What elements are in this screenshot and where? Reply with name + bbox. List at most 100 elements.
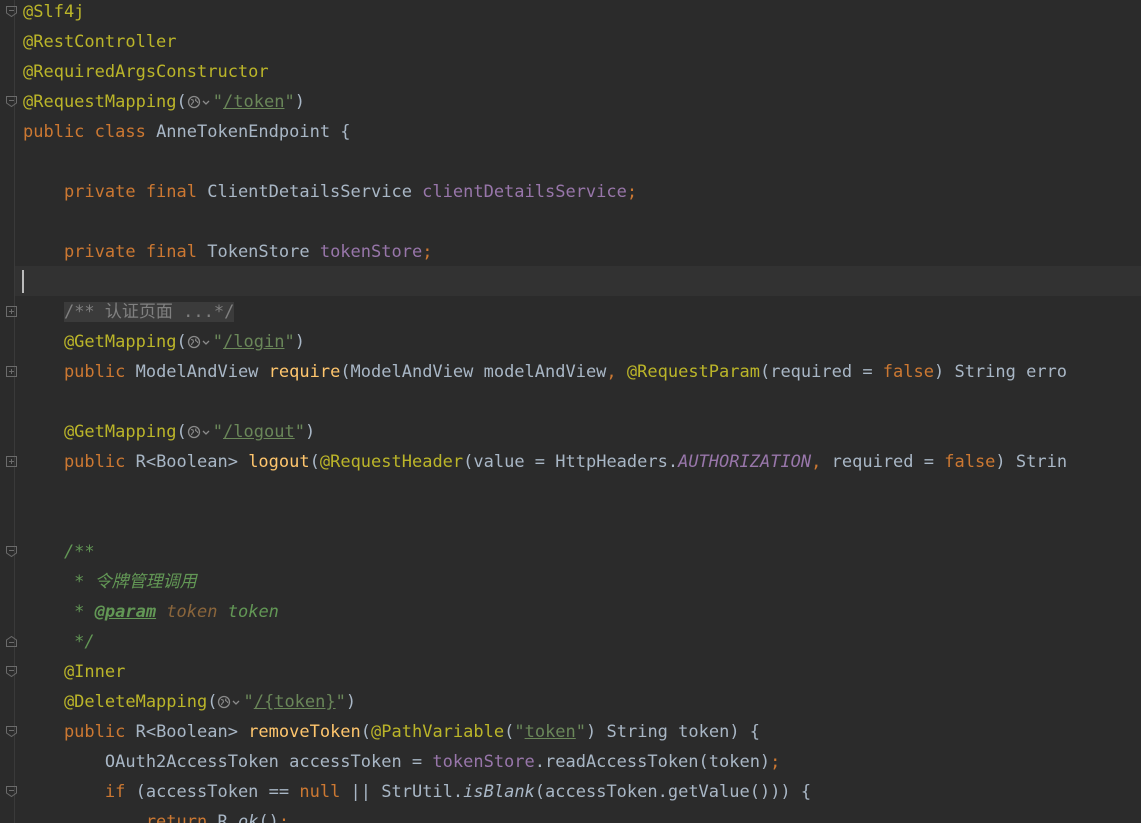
- code-token-method: removeToken: [248, 722, 361, 742]
- code-token-plain: R.: [217, 812, 238, 823]
- fold-collapse-icon[interactable]: [6, 546, 17, 557]
- code-line[interactable]: private final ClientDetailsService clien…: [23, 177, 637, 207]
- code-token-annotation: @RestController: [23, 32, 177, 52]
- code-token-plain: (accessToken.getValue())) {: [534, 782, 812, 802]
- code-token-comment-folded: /** 认证页面 ...*/: [63, 302, 235, 322]
- code-line[interactable]: @Inner: [23, 657, 125, 687]
- code-token-plain: AnneTokenEndpoint {: [156, 122, 351, 142]
- code-line[interactable]: /**: [23, 537, 95, 567]
- code-line[interactable]: public ModelAndView require(ModelAndView…: [23, 357, 1067, 387]
- code-token-string: ": [243, 692, 254, 712]
- code-token-plain: .readAccessToken(token): [534, 752, 771, 772]
- fold-collapse-icon[interactable]: [6, 96, 17, 107]
- code-token-plain: (ModelAndView modelAndView: [340, 362, 607, 382]
- code-token-static-call: isBlank: [463, 782, 535, 802]
- globe-icon[interactable]: [187, 332, 213, 352]
- code-line[interactable]: */: [23, 627, 95, 657]
- code-token-annotation: @DeleteMapping: [23, 692, 208, 712]
- globe-icon[interactable]: [187, 422, 213, 442]
- code-token-string: ": [212, 332, 224, 352]
- code-line[interactable]: * 令牌管理调用: [23, 567, 197, 597]
- code-token-annotation: @RequestParam: [626, 362, 760, 382]
- code-token-plain: || StrUtil.: [350, 782, 464, 802]
- code-token-annotation: @Slf4j: [23, 2, 85, 22]
- fold-collapse-icon[interactable]: [6, 6, 17, 17]
- code-token-plain: (: [360, 722, 372, 742]
- code-line[interactable]: public class AnneTokenEndpoint {: [23, 117, 351, 147]
- code-token-keyword: ;: [422, 242, 433, 262]
- code-line[interactable]: OAuth2AccessToken accessToken = tokenSto…: [23, 747, 781, 777]
- code-token-keyword: null: [299, 782, 351, 802]
- code-token-string: ": [294, 422, 305, 442]
- code-token-keyword: public class: [23, 122, 157, 142]
- code-token-plain: ): [294, 92, 305, 112]
- code-token-keyword: private final: [23, 182, 208, 202]
- code-token-plain: (value = HttpHeaders.: [463, 452, 679, 472]
- code-token-plain: (: [176, 422, 187, 442]
- globe-icon[interactable]: [217, 692, 243, 712]
- code-token-keyword: false: [882, 362, 934, 382]
- code-line[interactable]: public R<Boolean> logout(@RequestHeader(…: [23, 447, 1067, 477]
- code-token-annotation: @Inner: [23, 662, 126, 682]
- fold-expand-icon[interactable]: [6, 456, 17, 467]
- fold-expand-icon[interactable]: [6, 306, 17, 317]
- code-token-doc: /**: [23, 542, 95, 562]
- code-token-plain: (: [309, 452, 320, 472]
- code-token-plain: (accessToken ==: [135, 782, 300, 802]
- current-line-highlight: [15, 266, 1141, 296]
- code-line[interactable]: /** 认证页面 ...*/: [23, 297, 235, 327]
- code-token-keyword: ;: [278, 812, 290, 823]
- code-line[interactable]: @RequiredArgsConstructor: [23, 57, 269, 87]
- code-token-plain: (: [504, 722, 515, 742]
- code-line[interactable]: public R<Boolean> removeToken(@PathVaria…: [23, 717, 760, 747]
- code-token-string: ": [212, 422, 224, 442]
- fold-collapse-icon[interactable]: [6, 636, 17, 647]
- code-line[interactable]: if (accessToken == null || StrUtil.isBla…: [23, 777, 811, 807]
- code-token-string: ": [284, 332, 295, 352]
- code-token-annotation: @RequiredArgsConstructor: [23, 62, 269, 82]
- fold-collapse-icon[interactable]: [6, 666, 17, 677]
- fold-collapse-icon[interactable]: [6, 726, 17, 737]
- code-token-annotation: @GetMapping: [23, 332, 177, 352]
- code-token-keyword: public: [23, 362, 136, 382]
- fold-expand-icon[interactable]: [6, 366, 17, 377]
- code-token-field: tokenStore: [319, 242, 423, 262]
- code-token-string: ": [284, 92, 295, 112]
- code-token-string-link: token: [524, 722, 576, 742]
- code-token-plain: R<Boolean>: [135, 722, 249, 742]
- globe-icon[interactable]: [187, 92, 213, 112]
- code-line[interactable]: @GetMapping("/logout"): [23, 417, 315, 447]
- code-line[interactable]: @RequestMapping("/token"): [23, 87, 305, 117]
- code-token-plain: (required =: [759, 362, 883, 382]
- code-token-doc: * 令牌管理调用: [23, 572, 197, 592]
- code-token-keyword: ,: [811, 452, 832, 472]
- code-token-plain: (: [176, 92, 187, 112]
- code-token-string-link: /logout: [223, 422, 295, 442]
- code-token-string-link: /login: [223, 332, 285, 352]
- code-token-plain: OAuth2AccessToken accessToken =: [23, 752, 433, 772]
- code-line[interactable]: @GetMapping("/login"): [23, 327, 305, 357]
- code-token-doc: */: [23, 632, 95, 652]
- code-line[interactable]: * @param token token: [23, 597, 279, 627]
- code-token-static-call: ok: [237, 812, 259, 823]
- code-line[interactable]: return R.ok();: [23, 807, 289, 823]
- code-token-string: ": [575, 722, 587, 742]
- code-token-keyword: ;: [626, 182, 638, 202]
- code-token-keyword: public: [23, 722, 136, 742]
- fold-collapse-icon[interactable]: [6, 786, 17, 797]
- text-caret: [22, 270, 24, 293]
- code-token-doc-tag: @param: [94, 602, 157, 622]
- code-line[interactable]: @DeleteMapping("/{token}"): [23, 687, 356, 717]
- code-editor[interactable]: @Slf4j @RestController @RequiredArgsConstr…: [0, 0, 1141, 823]
- code-token-field-italic: AUTHORIZATION: [678, 452, 812, 472]
- code-token-field: tokenStore: [432, 752, 535, 772]
- code-line[interactable]: @RestController: [23, 27, 177, 57]
- code-line[interactable]: private final TokenStore tokenStore;: [23, 237, 433, 267]
- editor-gutter: [0, 0, 15, 823]
- code-token-keyword: ,: [606, 362, 627, 382]
- code-token-plain: (: [207, 692, 218, 712]
- code-token-plain: (): [258, 812, 279, 823]
- code-token-string: ": [212, 92, 224, 112]
- code-line[interactable]: @Slf4j: [23, 0, 84, 27]
